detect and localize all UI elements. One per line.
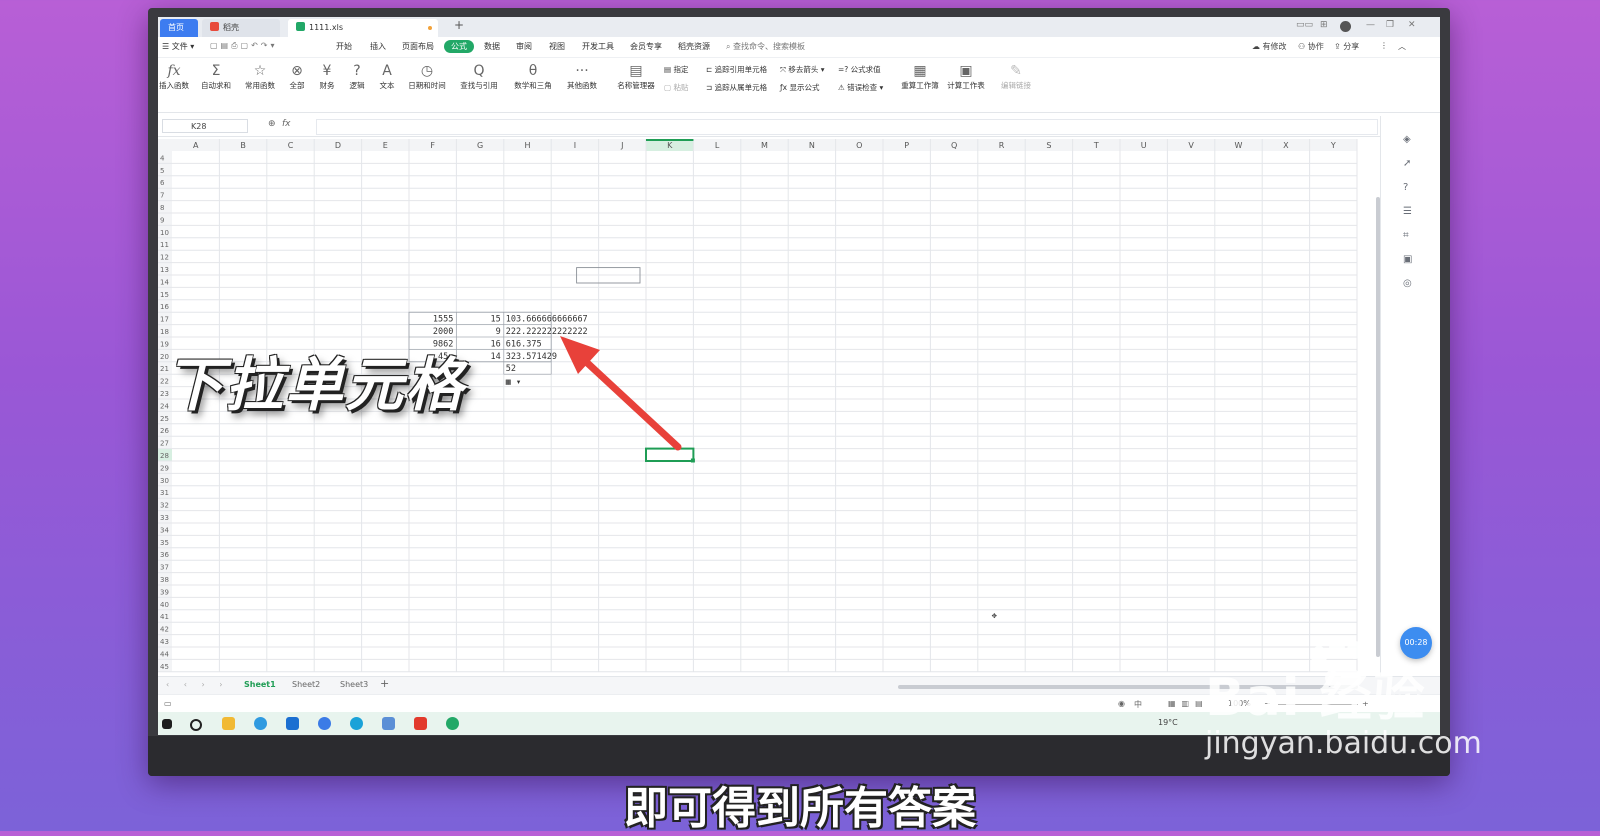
watermark-logo: Bai 经验 — [1205, 668, 1426, 728]
baidu-watermark: Bai 经验 jingyan.baidu.com — [1205, 655, 1482, 761]
arrow-shaft — [578, 354, 682, 451]
red-arrow-icon — [560, 336, 682, 451]
watermark-url: jingyan.baidu.com — [1205, 726, 1482, 761]
video-subtitle: 即可得到所有答案 — [624, 783, 976, 834]
